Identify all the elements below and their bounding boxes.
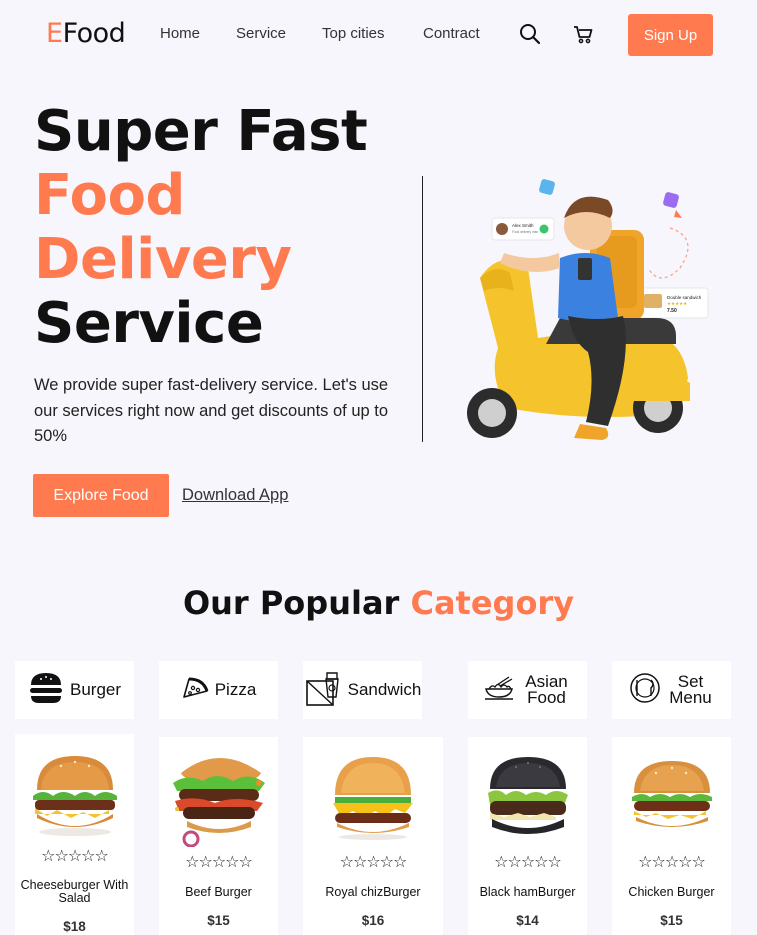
hero-title-line-1: Super Fast: [34, 99, 368, 164]
section-title-part-1: Our Popular: [182, 584, 400, 622]
nav-link-contract[interactable]: Contract: [423, 25, 480, 42]
svg-text:★★★★★: ★★★★★: [667, 301, 687, 307]
category-sandwich[interactable]: Sandwich: [303, 661, 422, 719]
download-app-link[interactable]: Download App: [182, 486, 288, 505]
product-name: Cheeseburger With Salad: [20, 878, 129, 905]
product-card-chicken-burger[interactable]: ☆☆☆☆☆ Chicken Burger $15: [612, 737, 731, 935]
category-asian-food[interactable]: Asian Food: [468, 661, 587, 719]
product-name: Royal chizBurger: [325, 885, 421, 899]
black-hamburger-image: [468, 753, 587, 843]
hero-divider: [422, 176, 423, 442]
logo-first-letter: E: [46, 18, 63, 49]
chicken-burger-image: [612, 759, 731, 839]
hero-title-line-4: Service: [34, 291, 264, 356]
cheeseburger-image: [15, 752, 134, 838]
product-card-beef-burger[interactable]: ☆☆☆☆☆ Beef Burger $15: [159, 737, 278, 935]
section-title-part-2: Category: [410, 584, 575, 622]
product-card-black-hamburger[interactable]: ☆☆☆☆☆ Black hamBurger $14: [468, 737, 587, 935]
badge-subtitle: Food delivery man: [512, 230, 538, 234]
category-pizza[interactable]: Pizza: [159, 661, 278, 719]
sign-up-button[interactable]: Sign Up: [628, 14, 713, 56]
nav-link-service[interactable]: Service: [236, 25, 286, 42]
hero-title-line-3: Delivery: [34, 227, 292, 292]
royal-chizburger-image: [303, 755, 443, 841]
delivery-scooter-illustration: Alex Smith Food delivery man Double sand…: [440, 168, 720, 453]
nav-link-home[interactable]: Home: [160, 25, 200, 42]
cart-icon[interactable]: [572, 22, 596, 46]
category-burger[interactable]: Burger: [15, 661, 134, 719]
pizza-icon: [181, 675, 209, 706]
product-card-cheeseburger[interactable]: ☆☆☆☆☆ Cheeseburger With Salad $18: [15, 734, 134, 935]
logo-text: Food: [62, 18, 126, 49]
product-price: $16: [361, 913, 385, 928]
section-title: Our Popular Category: [0, 584, 757, 622]
badge2-price: 7.50: [667, 308, 677, 314]
rating-stars[interactable]: ☆☆☆☆☆: [159, 852, 278, 871]
search-icon[interactable]: [518, 22, 542, 46]
set-menu-icon: [629, 672, 661, 709]
product-card-royal-chizburger[interactable]: ☆☆☆☆☆ Royal chizBurger $16: [303, 737, 443, 935]
product-name: Black hamBurger: [479, 885, 576, 899]
category-label: Sandwich: [347, 680, 422, 699]
top-navbar: EFood Home Service Top cities Contract S…: [0, 0, 757, 70]
product-name: Chicken Burger: [628, 885, 715, 899]
rating-stars[interactable]: ☆☆☆☆☆: [612, 852, 731, 871]
rating-stars[interactable]: ☆☆☆☆☆: [303, 852, 443, 871]
nav-link-top-cities[interactable]: Top cities: [322, 25, 385, 42]
beef-burger-image: [159, 749, 278, 847]
hero-title: Super Fast Food Delivery Service: [34, 99, 368, 356]
product-price: $15: [207, 913, 230, 928]
category-label: Burger: [69, 680, 122, 699]
category-label: Set Menu: [669, 672, 712, 707]
category-label: Pizza: [214, 680, 257, 699]
category-set-menu[interactable]: Set Menu: [612, 661, 731, 719]
burger-icon: [28, 671, 64, 710]
asian-food-icon: [483, 675, 515, 706]
product-name: Beef Burger: [185, 885, 252, 899]
hero-title-line-2: Food: [34, 163, 186, 228]
rating-stars[interactable]: ☆☆☆☆☆: [15, 846, 134, 865]
hero-description: We provide super fast-delivery service. …: [34, 376, 389, 445]
sandwich-icon: [304, 669, 342, 712]
explore-food-button[interactable]: Explore Food: [33, 474, 169, 517]
badge-name: Alex Smith: [512, 223, 534, 228]
product-price: $18: [63, 919, 86, 934]
brand-logo[interactable]: EFood: [46, 18, 126, 49]
badge2-title: Double sandwich: [667, 295, 702, 300]
rating-stars[interactable]: ☆☆☆☆☆: [468, 852, 587, 871]
product-price: $15: [660, 913, 683, 928]
category-label: Asian Food: [525, 672, 568, 707]
product-price: $14: [516, 913, 539, 928]
